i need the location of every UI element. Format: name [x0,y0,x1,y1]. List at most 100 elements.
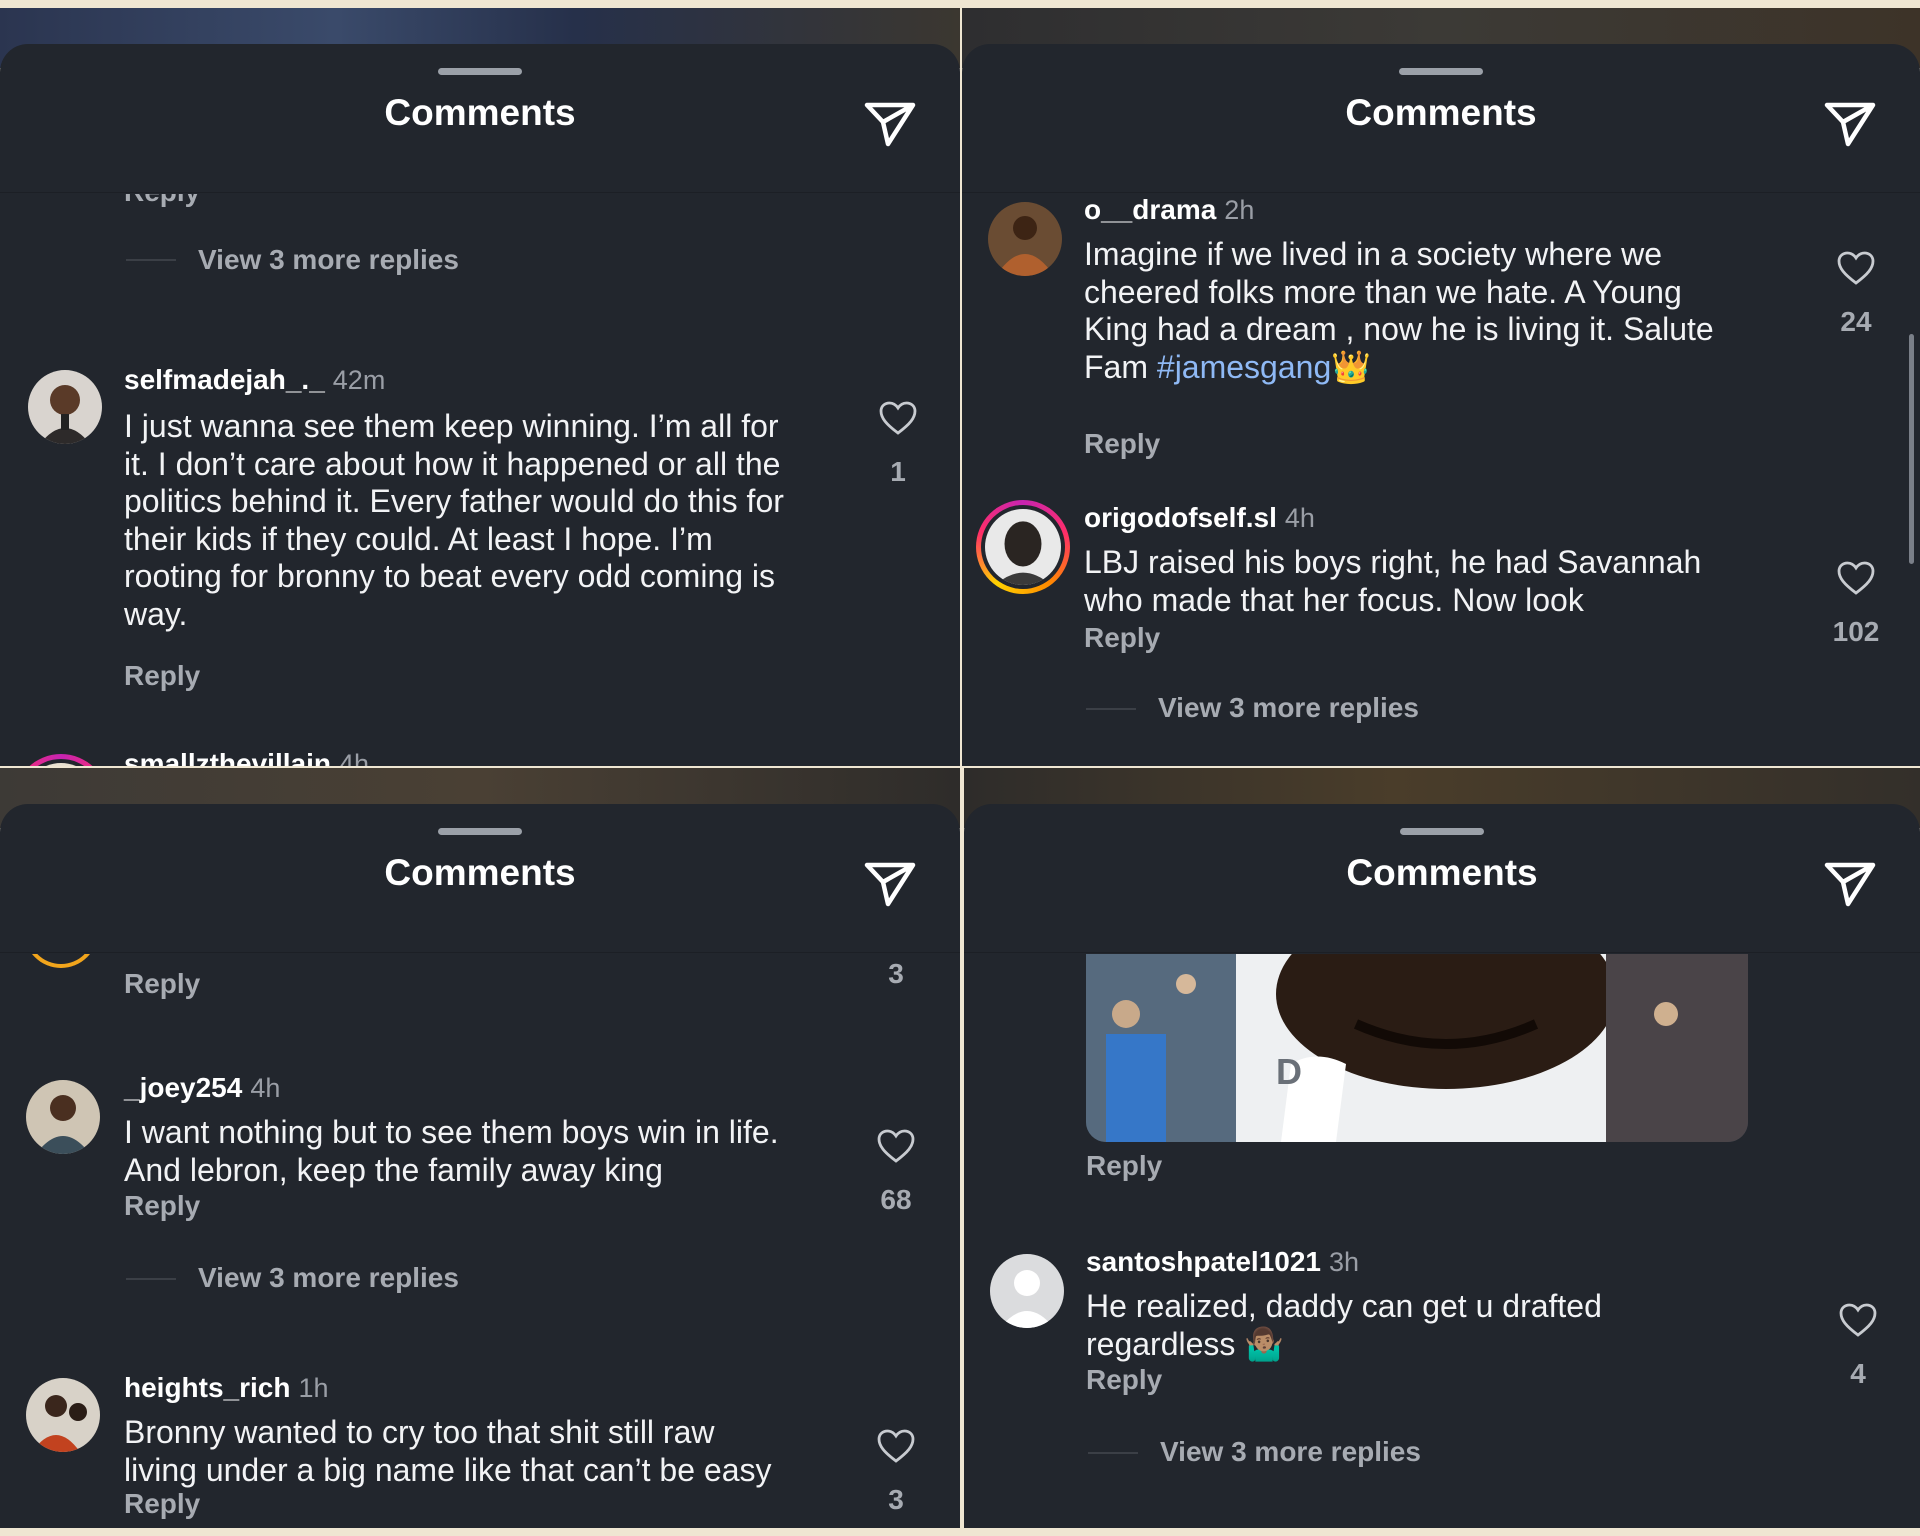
header-divider [0,192,960,193]
emoji: 👑 [1331,348,1372,385]
comment-line: regardless 🤷🏽‍♂️ [1086,1326,1806,1364]
default-avatar-icon[interactable] [990,1254,1064,1328]
hashtag-link[interactable]: #jamesgang [1157,349,1331,385]
avatar-story-ring[interactable] [14,754,108,766]
like-count: 102 [1832,616,1880,647]
paper-plane-icon[interactable] [864,100,916,148]
avatar[interactable] [28,370,102,444]
comment-line: Imagine if we lived in a society where w… [1084,236,1663,272]
comment-line: He realized, daddy can get u drafted [1086,1288,1602,1324]
comment-username[interactable]: smallzthevillain 4h [124,748,369,766]
comment-username[interactable]: heights_rich 1h [124,1372,329,1404]
emoji: 🤷🏽‍♂️ [1244,1325,1285,1362]
comments-list[interactable]: o__drama 2h Imagine if we lived in a soci… [962,194,1920,766]
reply-button[interactable]: Reply [124,660,200,692]
view-more-replies-button[interactable]: View 3 more replies [1160,1436,1421,1468]
divider-line [1086,708,1136,710]
paper-plane-icon[interactable] [1824,860,1876,908]
reply-button[interactable]: Reply [1084,622,1160,654]
reply-button[interactable]: Reply [124,194,200,208]
comment-line: living under a big name like that can’t … [124,1451,772,1488]
comment-line: cheered folks more than we hate. A Young [1084,273,1682,310]
reply-button[interactable]: Reply [124,968,200,1000]
username-text[interactable]: heights_rich [124,1372,290,1403]
paper-plane-icon[interactable] [864,860,916,908]
comment-line: Bronny wanted to cry too that shit still… [124,1414,715,1450]
like-count: 1 [890,456,906,487]
comment-time: 4h [250,1073,281,1103]
header-divider [962,192,1920,193]
avatar-story-ring[interactable] [976,500,1070,594]
heart-icon[interactable] [876,1128,916,1164]
comment-text-fragment: regardless [1086,1325,1245,1362]
comments-panel-2: Comments o__drama 2h Imagine if we lived … [962,8,1920,766]
drag-handle[interactable] [1400,828,1484,835]
comment-text: He realized, daddy can get u drafted reg… [1086,1288,1806,1363]
view-more-replies-button[interactable]: View 3 more replies [1158,692,1419,724]
svg-text:D: D [1276,1051,1302,1092]
comment-username[interactable]: selfmadejah_._ 42m [124,364,385,396]
sheet-title: Comments [384,92,576,133]
drag-handle[interactable] [1399,68,1483,75]
like-count: 4 [1850,1358,1866,1389]
view-more-replies-button[interactable]: View 3 more replies [198,1262,459,1294]
comment-text-fragment: Fam [1084,348,1157,385]
comments-list[interactable]: Reply 3 _joey254 4h I want nothing but to… [0,954,960,1528]
heart-icon[interactable] [1836,560,1876,596]
like-count: 24 [1840,306,1872,337]
drag-handle[interactable] [438,68,522,75]
comment-username[interactable]: o__drama 2h [1084,194,1254,226]
divider-line [126,1278,176,1280]
avatar[interactable] [26,1378,100,1452]
reply-button[interactable]: Reply [1086,1150,1162,1182]
comments-sheet: Comments D Reply santoshpatel1021 3h He … [964,804,1920,1528]
comment-line: way. [124,595,188,632]
avatar-story-ring-partial[interactable] [24,954,98,968]
comments-panel-4: Comments D Reply santoshpatel1021 3h He … [964,768,1920,1528]
like-count: 3 [888,1484,904,1515]
comment-time: 3h [1329,1247,1360,1277]
comments-panel-1: Comments Reply View 3 more replies selfm… [0,8,960,766]
comment-line: LBJ raised his boys right, he had Savann… [1084,544,1702,580]
comment-username[interactable]: santoshpatel1021 3h [1086,1246,1359,1278]
comments-sheet: Comments o__drama 2h Imagine if we lived … [962,44,1920,766]
drag-handle[interactable] [438,828,522,835]
heart-icon[interactable] [876,1428,916,1464]
username-text[interactable]: origodofself.sl [1084,502,1277,533]
sheet-title: Comments [1346,852,1538,893]
reply-button[interactable]: Reply [124,1190,200,1222]
comment-username[interactable]: origodofself.sl 4h [1084,502,1315,534]
comments-sheet: Comments Reply View 3 more replies selfm… [0,44,960,766]
like-count: 3 [888,958,904,989]
username-text[interactable]: o__drama [1084,194,1216,225]
comment-line: rooting for bronny to beat every odd com… [124,558,776,594]
avatar[interactable] [26,1080,100,1154]
heart-icon[interactable] [878,400,918,436]
paper-plane-icon[interactable] [1824,100,1876,148]
avatar[interactable] [988,202,1062,276]
gif-image[interactable]: D [1086,954,1748,1142]
reply-button[interactable]: Reply [1086,1364,1162,1396]
divider-line [126,259,176,261]
username-text[interactable]: _joey254 [124,1072,242,1103]
comment-time: 1h [298,1373,329,1403]
view-more-replies-button[interactable]: View 3 more replies [198,244,459,276]
comment-line: And lebron, keep the family away king [124,1151,663,1188]
reply-button[interactable]: Reply [1084,428,1160,460]
heart-icon[interactable] [1838,1302,1878,1338]
comment-text: Bronny wanted to cry too that shit still… [124,1414,844,1489]
header-divider [964,952,1920,953]
comment-line: I just wanna see them keep winning. I’m … [124,408,779,444]
username-text[interactable]: smallzthevillain [124,748,331,766]
comment-line: it. I don’t care about how it happened o… [124,445,781,482]
heart-icon[interactable] [1836,250,1876,286]
comments-list[interactable]: Reply View 3 more replies selfmadejah_._… [0,194,960,766]
comment-username[interactable]: _joey254 4h [124,1072,280,1104]
username-text[interactable]: santoshpatel1021 [1086,1246,1321,1277]
comment-line: who made that her focus. Now look [1084,581,1584,618]
username-text[interactable]: selfmadejah_._ [124,364,325,395]
comments-list[interactable]: D Reply santoshpatel1021 3h He realized, … [964,954,1920,1528]
divider-line [1088,1452,1138,1454]
reply-button[interactable]: Reply [124,1488,200,1520]
sheet-title: Comments [384,852,576,893]
